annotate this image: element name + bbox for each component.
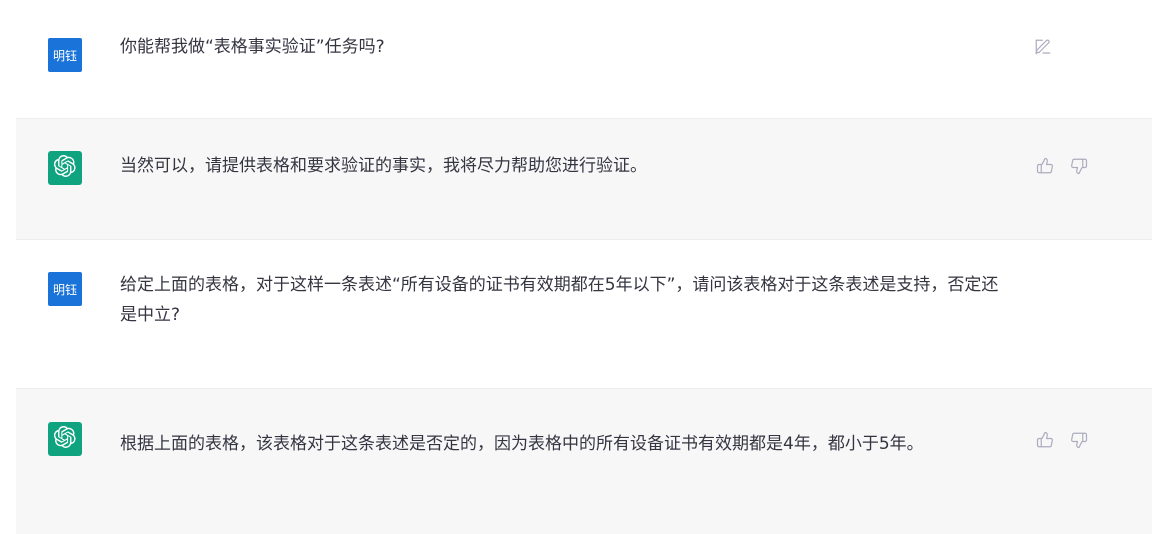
message-assistant-2: 根据上面的表格，该表格对于这条表述是否定的，因为表格中的所有设备证书有效期都是4… (16, 388, 1152, 534)
openai-logo-icon (53, 154, 76, 181)
message-user-1: 明钰 你能帮我做“表格事实验证”任务吗? (16, 0, 1152, 118)
thumbs-down-icon[interactable] (1070, 431, 1088, 449)
user-avatar: 明钰 (48, 272, 82, 306)
message-user-2: 明钰 给定上面的表格，对于这样一条表述“所有设备的证书有效期都在5年以下”，请问… (16, 240, 1152, 388)
message-text: 给定上面的表格，对于这样一条表述“所有设备的证书有效期都在5年以下”，请问该表格… (120, 275, 999, 325)
assistant-avatar (48, 151, 82, 185)
edit-icon[interactable] (1034, 38, 1052, 56)
thumbs-up-icon[interactable] (1036, 157, 1054, 175)
openai-logo-icon (53, 425, 76, 452)
assistant-avatar (48, 422, 82, 456)
thumbs-down-icon[interactable] (1070, 157, 1088, 175)
message-assistant-1: 当然可以，请提供表格和要求验证的事实，我将尽力帮助您进行验证。 (16, 118, 1152, 240)
chat-thread: 明钰 你能帮我做“表格事实验证”任务吗? 当然可以，请提供表格和要求验证的事实，… (0, 0, 1158, 534)
user-avatar: 明钰 (48, 38, 82, 72)
message-text: 当然可以，请提供表格和要求验证的事实，我将尽力帮助您进行验证。 (120, 156, 647, 176)
thumbs-up-icon[interactable] (1036, 431, 1054, 449)
message-text: 根据上面的表格，该表格对于这条表述是否定的，因为表格中的所有设备证书有效期都是4… (120, 434, 924, 454)
message-text: 你能帮我做“表格事实验证”任务吗? (120, 37, 385, 57)
